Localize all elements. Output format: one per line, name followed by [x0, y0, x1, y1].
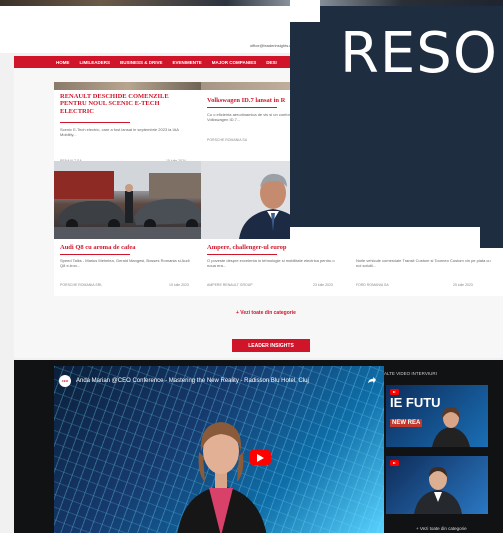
header-contact[interactable]: office@leaderinsights.ro	[250, 43, 293, 48]
article-author[interactable]: AMPERE RENAULT GROUP	[207, 283, 253, 287]
see-all-videos-link[interactable]: + Vezi toate din categorie	[416, 526, 467, 531]
video-player[interactable]: CEO Anda Marian @CEO Conference - Master…	[54, 366, 384, 533]
article-card[interactable]: Audi Q8 cu aroma de cafea Speed Talks - …	[54, 161, 206, 296]
thumbnail-speaker	[414, 467, 462, 514]
share-icon[interactable]	[367, 376, 376, 385]
overlay-heading: RESO	[340, 21, 498, 86]
article-author[interactable]: PORSCHE ROMANIA SRL	[60, 283, 102, 287]
article-date: 19 iulie 2023	[169, 283, 189, 287]
video-title[interactable]: Anda Marian @CEO Conference - Mastering …	[76, 378, 309, 384]
article-title[interactable]: Audi Q8 cu aroma de cafea	[60, 244, 200, 251]
article-author[interactable]: FORD ROMANIA SA	[356, 283, 389, 287]
video-thumbnail[interactable]	[386, 456, 488, 514]
video-section: CEO Anda Marian @CEO Conference - Master…	[14, 360, 503, 533]
see-all-category-link[interactable]: + Vezi toate din categorie	[236, 310, 296, 316]
article-card[interactable]: RENAULT DESCHIDE COMENZILE PENTRU NOUL S…	[54, 82, 201, 170]
nav-item-business-drive[interactable]: BUSINESS & DRIVE	[120, 60, 163, 65]
title-divider	[207, 254, 277, 255]
article-excerpt: Speed Talks - Marius Mehelea, Gerald Man…	[60, 258, 190, 269]
title-divider	[60, 122, 130, 123]
title-divider	[60, 254, 130, 255]
nav-item-desi[interactable]: DESI	[266, 60, 277, 65]
nav-item-evenimente[interactable]: EVENIMENTE	[173, 60, 202, 65]
other-videos-heading: ALTE VIDEO INTERVIURI	[384, 371, 437, 376]
article-excerpt: O poveste despre excelenta in tehnologie…	[207, 258, 335, 269]
play-icon	[390, 460, 399, 466]
channel-avatar[interactable]: CEO	[59, 375, 71, 387]
thumbnail-speaker	[432, 407, 470, 447]
thumbnail-subcaption: NEW REA	[390, 419, 423, 427]
nav-item-major-companies[interactable]: MAJOR COMPANIES	[212, 60, 256, 65]
article-title[interactable]: RENAULT DESCHIDE COMENZILE PENTRU NOUL S…	[60, 93, 195, 115]
leader-insights-button[interactable]: LEADER INSIGHTS	[232, 339, 310, 352]
title-divider	[207, 107, 277, 108]
nav-item-home[interactable]: HOME	[56, 60, 70, 65]
nav-item-limileaders[interactable]: LIMILEADERS	[80, 60, 111, 65]
article-date: 25 iulie 2023	[453, 283, 473, 287]
play-button-icon[interactable]	[249, 450, 271, 465]
video-thumbnail[interactable]: IE FUTU NEW REA	[386, 385, 488, 447]
overlay-edge	[290, 0, 320, 22]
audi-cars-photo	[54, 161, 206, 239]
article-image	[54, 161, 206, 239]
article-date: 23 iulie 2023	[313, 283, 333, 287]
article-author[interactable]: PORSCHE ROMANIA SA	[207, 138, 247, 142]
article-excerpt: Noile vehicule comerciale Transit Custom…	[356, 258, 491, 269]
article-image	[54, 82, 201, 90]
article-excerpt: Scenic E-Tech electric, care a fost lans…	[60, 127, 179, 138]
overlay-stripe	[290, 227, 480, 255]
